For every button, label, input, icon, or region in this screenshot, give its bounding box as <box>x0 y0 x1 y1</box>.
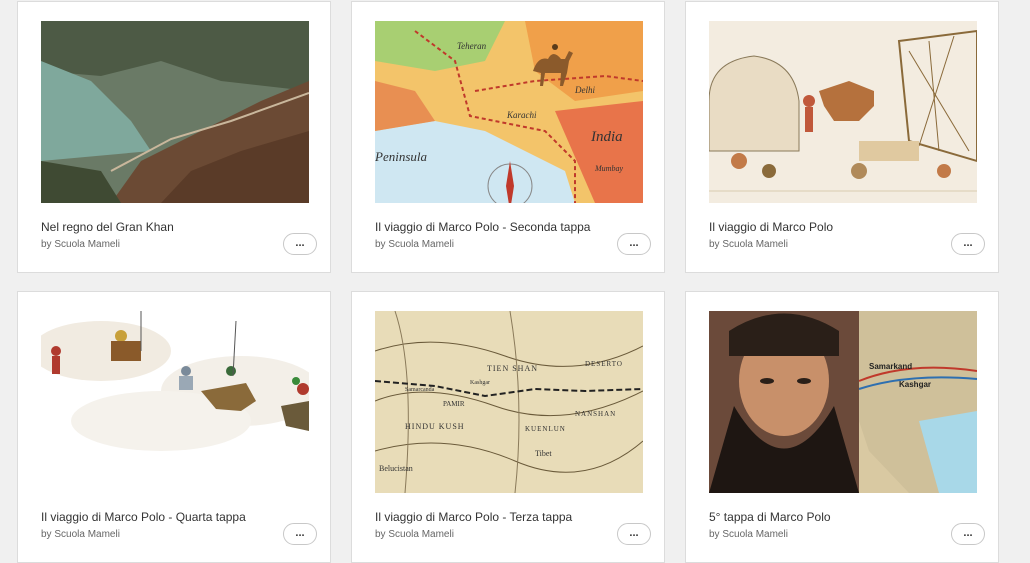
card-title[interactable]: 5° tappa di Marco Polo <box>709 510 831 524</box>
more-options-button[interactable]: ... <box>617 233 651 255</box>
more-options-button[interactable]: ... <box>283 233 317 255</box>
map-label: India <box>590 129 623 145</box>
project-card[interactable]: Il viaggio di Marco Polo - Quarta tappa … <box>17 291 331 563</box>
thumbnail-image[interactable]: Teheran Delhi Karachi India Peninsula Mu… <box>375 21 643 203</box>
card-title[interactable]: Il viaggio di Marco Polo - Quarta tappa <box>41 510 246 524</box>
map-label: Tibet <box>535 449 552 458</box>
thumbnail-image[interactable] <box>709 21 977 203</box>
map-label: Teheran <box>457 41 487 51</box>
project-card[interactable]: Nel regno del Gran Khan by Scuola Mameli… <box>17 1 331 273</box>
more-options-button[interactable]: ... <box>617 523 651 545</box>
more-options-button[interactable]: ... <box>951 233 985 255</box>
map-label: Kashgar <box>899 380 931 389</box>
map-label: Kashgar <box>470 380 490 386</box>
card-author: by Scuola Mameli <box>709 239 788 250</box>
card-author: by Scuola Mameli <box>375 239 454 250</box>
project-card[interactable]: Samarkand Kashgar 5° tappa di Marco Polo… <box>685 291 999 563</box>
card-title[interactable]: Il viaggio di Marco Polo - Seconda tappa <box>375 220 590 234</box>
card-title[interactable]: Nel regno del Gran Khan <box>41 220 174 234</box>
more-options-button[interactable]: ... <box>283 523 317 545</box>
map-label: NANSHAN <box>575 410 616 418</box>
card-title[interactable]: Il viaggio di Marco Polo <box>709 220 833 234</box>
more-options-button[interactable]: ... <box>951 523 985 545</box>
map-label: Karachi <box>506 110 537 120</box>
card-title[interactable]: Il viaggio di Marco Polo - Terza tappa <box>375 510 572 524</box>
map-label: PAMIR <box>443 400 465 408</box>
card-author: by Scuola Mameli <box>709 529 788 540</box>
map-label: HINDU KUSH <box>405 422 465 431</box>
thumbnail-image[interactable] <box>41 311 309 493</box>
thumbnail-image[interactable]: TIEN SHAN PAMIR HINDU KUSH KUENLUN Tibet… <box>375 311 643 493</box>
card-author: by Scuola Mameli <box>41 239 120 250</box>
map-label: Samarkand <box>869 362 912 371</box>
map-label: Mumbay <box>594 164 623 173</box>
map-label: DESERTO <box>585 360 623 368</box>
map-label: Peninsula <box>375 149 427 164</box>
project-card[interactable]: TIEN SHAN PAMIR HINDU KUSH KUENLUN Tibet… <box>351 291 665 563</box>
card-author: by Scuola Mameli <box>41 529 120 540</box>
map-label: Samarcanda <box>405 387 435 393</box>
thumbnail-image[interactable]: Samarkand Kashgar <box>709 311 977 493</box>
map-label: Belucistan <box>379 464 413 473</box>
project-card[interactable]: Il viaggio di Marco Polo by Scuola Mamel… <box>685 1 999 273</box>
project-card[interactable]: Teheran Delhi Karachi India Peninsula Mu… <box>351 1 665 273</box>
map-label: KUENLUN <box>525 425 566 433</box>
map-label: Delhi <box>574 85 595 95</box>
card-author: by Scuola Mameli <box>375 529 454 540</box>
map-label: TIEN SHAN <box>487 364 538 373</box>
thumbnail-image[interactable] <box>41 21 309 203</box>
